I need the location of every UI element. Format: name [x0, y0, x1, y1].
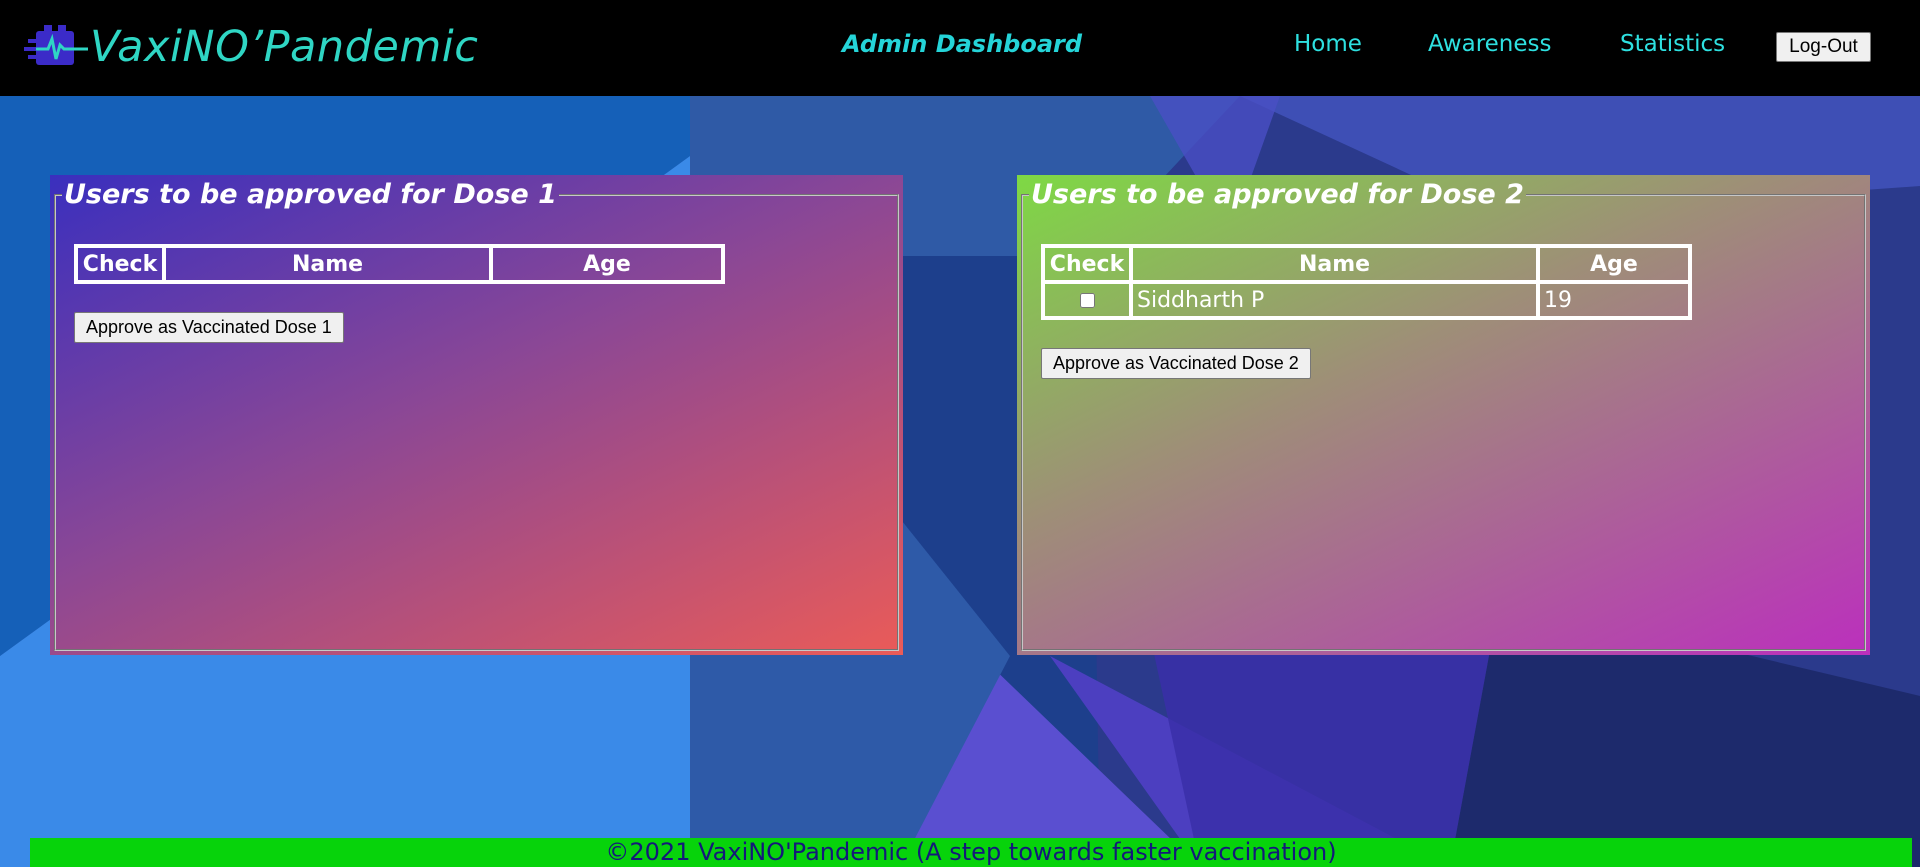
nav-link-awareness[interactable]: Awareness [1428, 31, 1552, 57]
dose2-table-body: Siddharth P 19 [1043, 282, 1690, 318]
page-title: Admin Dashboard [842, 30, 1083, 58]
dose1-panel: Users to be approved for Dose 1 Check Na… [50, 175, 903, 655]
approve-dose2-button[interactable]: Approve as Vaccinated Dose 2 [1041, 348, 1311, 379]
dose2-table: Check Name Age Siddharth P 19 [1041, 244, 1692, 320]
column-header-check: Check [76, 246, 164, 282]
syringe-pulse-icon [24, 25, 88, 65]
column-header-name: Name [1131, 246, 1538, 282]
table-row: Siddharth P 19 [1043, 282, 1690, 318]
column-header-age: Age [491, 246, 723, 282]
row-name-cell: Siddharth P [1131, 282, 1538, 318]
column-header-check: Check [1043, 246, 1131, 282]
nav-link-statistics[interactable]: Statistics [1620, 31, 1725, 57]
row-check-cell [1043, 282, 1131, 318]
brand-name: VaxiNO’Pandemic [90, 22, 479, 72]
approve-dose1-button[interactable]: Approve as Vaccinated Dose 1 [74, 312, 344, 343]
column-header-age: Age [1538, 246, 1690, 282]
table-header-row: Check Name Age [1043, 246, 1690, 282]
dose1-fieldset: Users to be approved for Dose 1 Check Na… [54, 179, 899, 651]
dose1-legend: Users to be approved for Dose 1 [64, 179, 557, 210]
top-navbar: VaxiNO’Pandemic Admin Dashboard Home Awa… [0, 0, 1920, 96]
nav-link-home[interactable]: Home [1294, 31, 1362, 57]
dose2-legend: Users to be approved for Dose 2 [1031, 179, 1524, 210]
dose2-panel: Users to be approved for Dose 2 Check Na… [1017, 175, 1870, 655]
table-header-row: Check Name Age [76, 246, 723, 282]
logout-button[interactable]: Log-Out [1776, 32, 1871, 62]
column-header-name: Name [164, 246, 491, 282]
row-age-cell: 19 [1538, 282, 1690, 318]
approve-checkbox[interactable] [1079, 293, 1095, 308]
dose2-fieldset: Users to be approved for Dose 2 Check Na… [1021, 179, 1866, 651]
brand-logo[interactable]: VaxiNO’Pandemic [22, 18, 478, 76]
footer: ©2021 VaxiNO'Pandemic (A step towards fa… [30, 838, 1912, 867]
dose1-table: Check Name Age [74, 244, 725, 284]
